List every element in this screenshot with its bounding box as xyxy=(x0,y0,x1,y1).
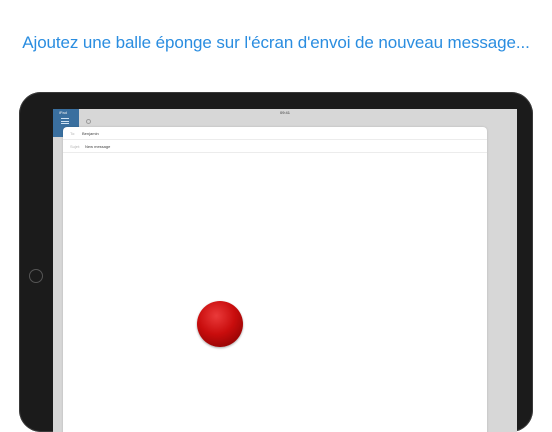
to-label: To: xyxy=(70,131,76,136)
status-time: 09:41 xyxy=(279,110,290,115)
subject-field[interactable]: Sujet: New message xyxy=(63,140,487,153)
ipad-screen: iPad 09:41 To: Benjamin Sujet: New messa… xyxy=(53,109,517,432)
subject-value[interactable]: New message xyxy=(85,140,110,153)
status-carrier: iPad xyxy=(59,110,68,115)
status-bar: iPad 09:41 xyxy=(53,109,517,116)
menu-icon[interactable] xyxy=(61,118,69,124)
promo-headline: Ajoutez une balle éponge sur l'écran d'e… xyxy=(22,33,530,52)
sponge-ball[interactable] xyxy=(197,301,243,347)
to-field[interactable]: To: Benjamin xyxy=(63,127,487,140)
search-icon[interactable] xyxy=(86,119,91,124)
home-button[interactable] xyxy=(29,269,43,283)
to-value[interactable]: Benjamin xyxy=(82,127,99,140)
ipad-frame: iPad 09:41 To: Benjamin Sujet: New messa… xyxy=(19,92,533,432)
subject-label: Sujet: xyxy=(70,144,81,149)
compose-sheet: To: Benjamin Sujet: New message xyxy=(63,127,487,432)
